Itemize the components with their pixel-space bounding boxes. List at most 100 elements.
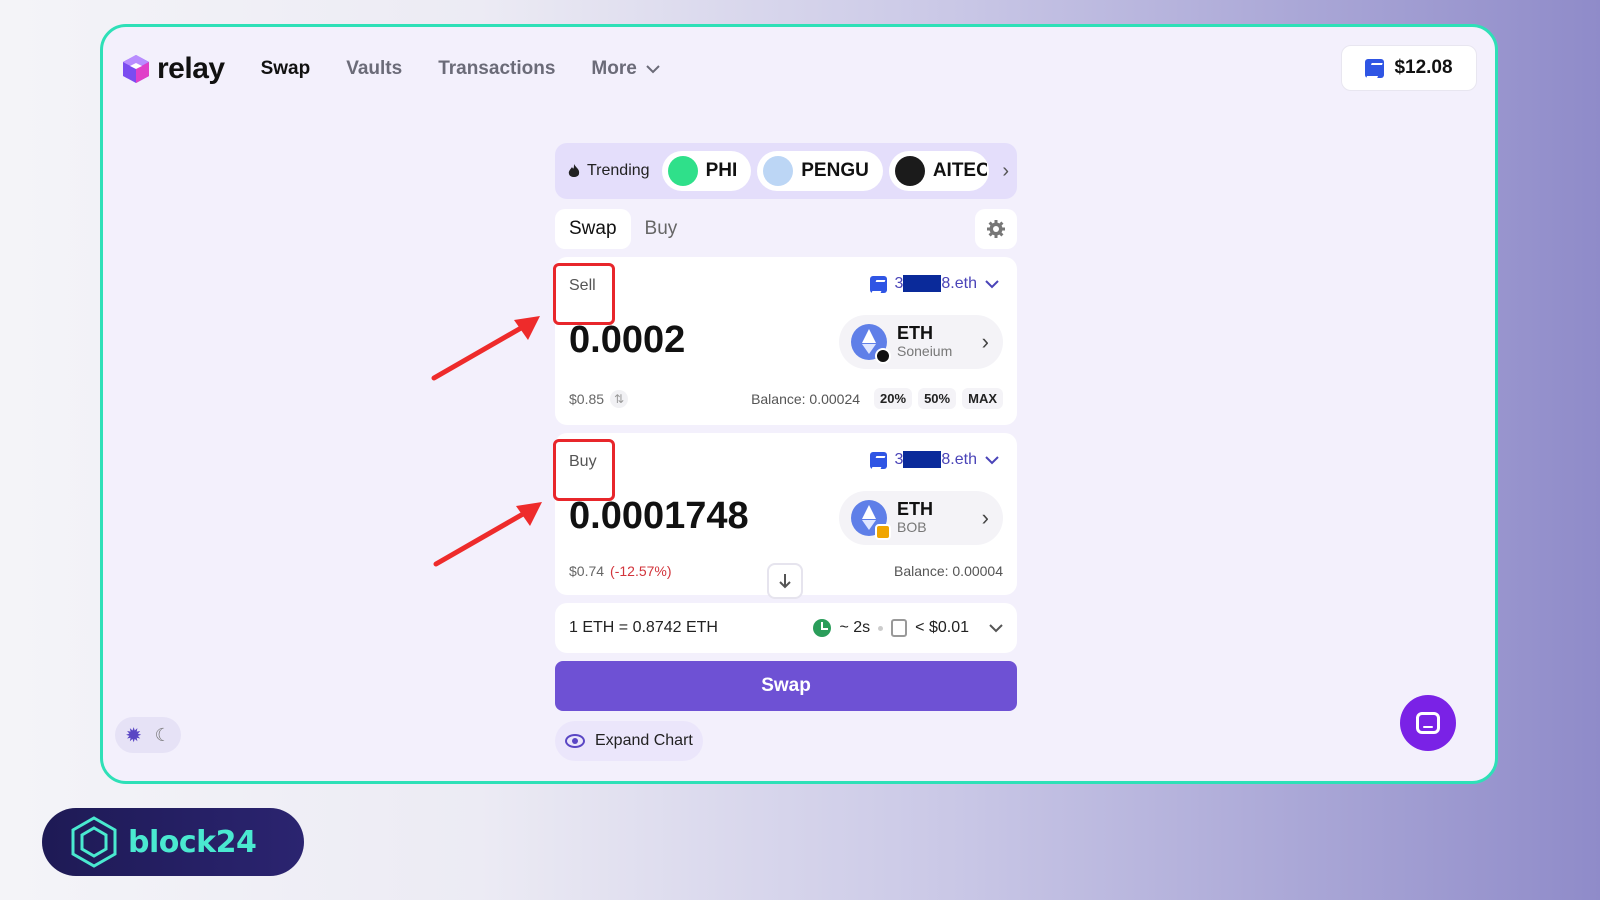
nav-transactions[interactable]: Transactions [438, 58, 555, 80]
buy-amount-output: 0.0001748 [569, 495, 749, 537]
preset-50-button[interactable]: 50% [918, 388, 957, 409]
bob-chain-icon [875, 524, 891, 540]
tab-swap[interactable]: Swap [555, 209, 631, 249]
buy-wallet-address: 3 8.eth [894, 451, 977, 469]
highlight-box [553, 439, 615, 501]
app-window: relay Swap Vaults Transactions More $12.… [100, 24, 1498, 784]
sell-amount-input[interactable]: 0.0002 [569, 319, 685, 362]
soneium-chain-icon [875, 348, 891, 364]
trending-token-label: PENGU [801, 160, 869, 181]
chevron-right-icon[interactable]: › [1002, 160, 1009, 183]
estimated-time: ~ 2s [839, 619, 871, 636]
settings-button[interactable] [975, 209, 1017, 249]
arrow-down-icon [779, 574, 791, 589]
top-nav: relay Swap Vaults Transactions More $12.… [121, 45, 1477, 93]
trending-text: Trending [587, 162, 650, 179]
nav-more-label: More [591, 58, 637, 79]
swap-widget: Trending PHI PENGU AITEC › Swap Buy Sell… [553, 143, 1017, 761]
preset-20-button[interactable]: 20% [874, 388, 913, 409]
brand-name: relay [157, 52, 225, 85]
exchange-rate: 1 ETH = 0.8742 ETH [569, 619, 718, 636]
wallet-balance-button[interactable]: $12.08 [1341, 45, 1477, 91]
gas-pump-icon [891, 619, 908, 637]
sell-token-chain: Soneium [897, 343, 953, 360]
buy-usd-value: $0.74 (-12.57%) [569, 563, 672, 579]
sell-token-symbol: ETH [897, 323, 933, 344]
relay-cube-icon [123, 55, 149, 83]
pengu-token-icon [763, 156, 794, 186]
chain-icon [869, 275, 887, 293]
nav-more[interactable]: More [591, 58, 660, 80]
relay-logo[interactable]: relay [121, 52, 225, 86]
trending-token-aitec[interactable]: AITEC [888, 151, 989, 191]
trending-token-pengu[interactable]: PENGU [757, 151, 883, 191]
sell-balance: Balance: 0.00024 [751, 390, 861, 407]
chevron-right-icon: › [981, 505, 989, 530]
buy-token-symbol: ETH [897, 499, 933, 520]
network-fee: < $0.01 [915, 619, 969, 636]
moon-icon[interactable]: ☾ [155, 725, 171, 746]
chevron-down-icon [985, 455, 999, 464]
rate-summary[interactable]: 1 ETH = 0.8742 ETH ~ 2s < $0.01 [555, 603, 1017, 653]
buy-token-chain: BOB [897, 519, 927, 536]
eth-icon [851, 324, 891, 364]
clock-icon [813, 619, 832, 637]
chevron-down-icon [646, 65, 660, 74]
sell-wallet-address: 3 8.eth [894, 275, 977, 293]
tab-buy[interactable]: Buy [631, 209, 692, 249]
eye-icon [565, 734, 585, 748]
trending-label: Trending [567, 162, 650, 180]
trending-token-phi[interactable]: PHI [661, 151, 752, 191]
address-prefix: 3 [894, 275, 904, 292]
nav-swap[interactable]: Swap [261, 58, 311, 80]
flip-direction-button[interactable] [767, 563, 803, 599]
buy-token-selector[interactable]: ETH BOB › [839, 491, 1003, 545]
sell-wallet-selector[interactable]: 3 8.eth [869, 275, 1000, 293]
trending-token-label: PHI [705, 160, 738, 181]
support-chat-button[interactable] [1400, 695, 1456, 751]
expand-chart-label: Expand Chart [595, 732, 693, 749]
rate-details: ~ 2s < $0.01 [813, 619, 1003, 637]
sell-token-info: ETH Soneium [897, 324, 952, 359]
sell-token-selector[interactable]: ETH Soneium › [839, 315, 1003, 369]
chevron-down-icon [989, 623, 1003, 632]
block24-logo-icon [71, 816, 117, 868]
address-prefix: 3 [894, 451, 904, 468]
aitec-token-icon [894, 156, 925, 186]
toggle-currency-icon[interactable]: ⇅ [610, 390, 629, 408]
separator-dot [878, 625, 884, 631]
eth-icon [851, 500, 891, 540]
chevron-down-icon [985, 279, 999, 288]
chat-icon [1416, 712, 1440, 734]
annotation-arrow-buy [433, 502, 542, 567]
trending-token-label: AITEC [932, 160, 987, 181]
theme-toggle[interactable]: ✹ ☾ [115, 717, 181, 753]
buy-balance: Balance: 0.00004 [894, 563, 1003, 579]
nav-links: Swap Vaults Transactions More [261, 58, 661, 80]
sun-icon[interactable]: ✹ [125, 723, 142, 748]
highlight-box [553, 263, 615, 325]
sell-balance-row: Balance: 0.00024 20% 50% MAX [751, 388, 1003, 409]
trending-bar: Trending PHI PENGU AITEC › [555, 143, 1017, 199]
chevron-right-icon: › [981, 329, 989, 354]
redacted-block [903, 451, 942, 469]
flame-icon [568, 164, 580, 177]
chain-icon [1365, 58, 1385, 78]
chain-icon [869, 451, 887, 469]
annotation-arrow-sell [431, 316, 540, 381]
expand-chart-button[interactable]: Expand Chart [555, 721, 703, 761]
nav-vaults[interactable]: Vaults [346, 58, 402, 80]
buy-token-info: ETH BOB [897, 500, 933, 535]
address-suffix: 8.eth [941, 275, 977, 292]
swap-button[interactable]: Swap [555, 661, 1017, 711]
preset-max-button[interactable]: MAX [962, 388, 1003, 409]
buy-price-impact: (-12.57%) [610, 563, 672, 579]
widget-tabs: Swap Buy [555, 209, 1017, 249]
wallet-balance: $12.08 [1394, 57, 1453, 78]
sell-usd-text: $0.85 [569, 391, 605, 407]
buy-wallet-selector[interactable]: 3 8.eth [869, 451, 1000, 469]
sell-label: Sell [553, 263, 615, 325]
redacted-block [903, 275, 942, 293]
block24-wordmark: block24 [128, 824, 257, 860]
buy-usd-text: $0.74 [569, 563, 605, 579]
